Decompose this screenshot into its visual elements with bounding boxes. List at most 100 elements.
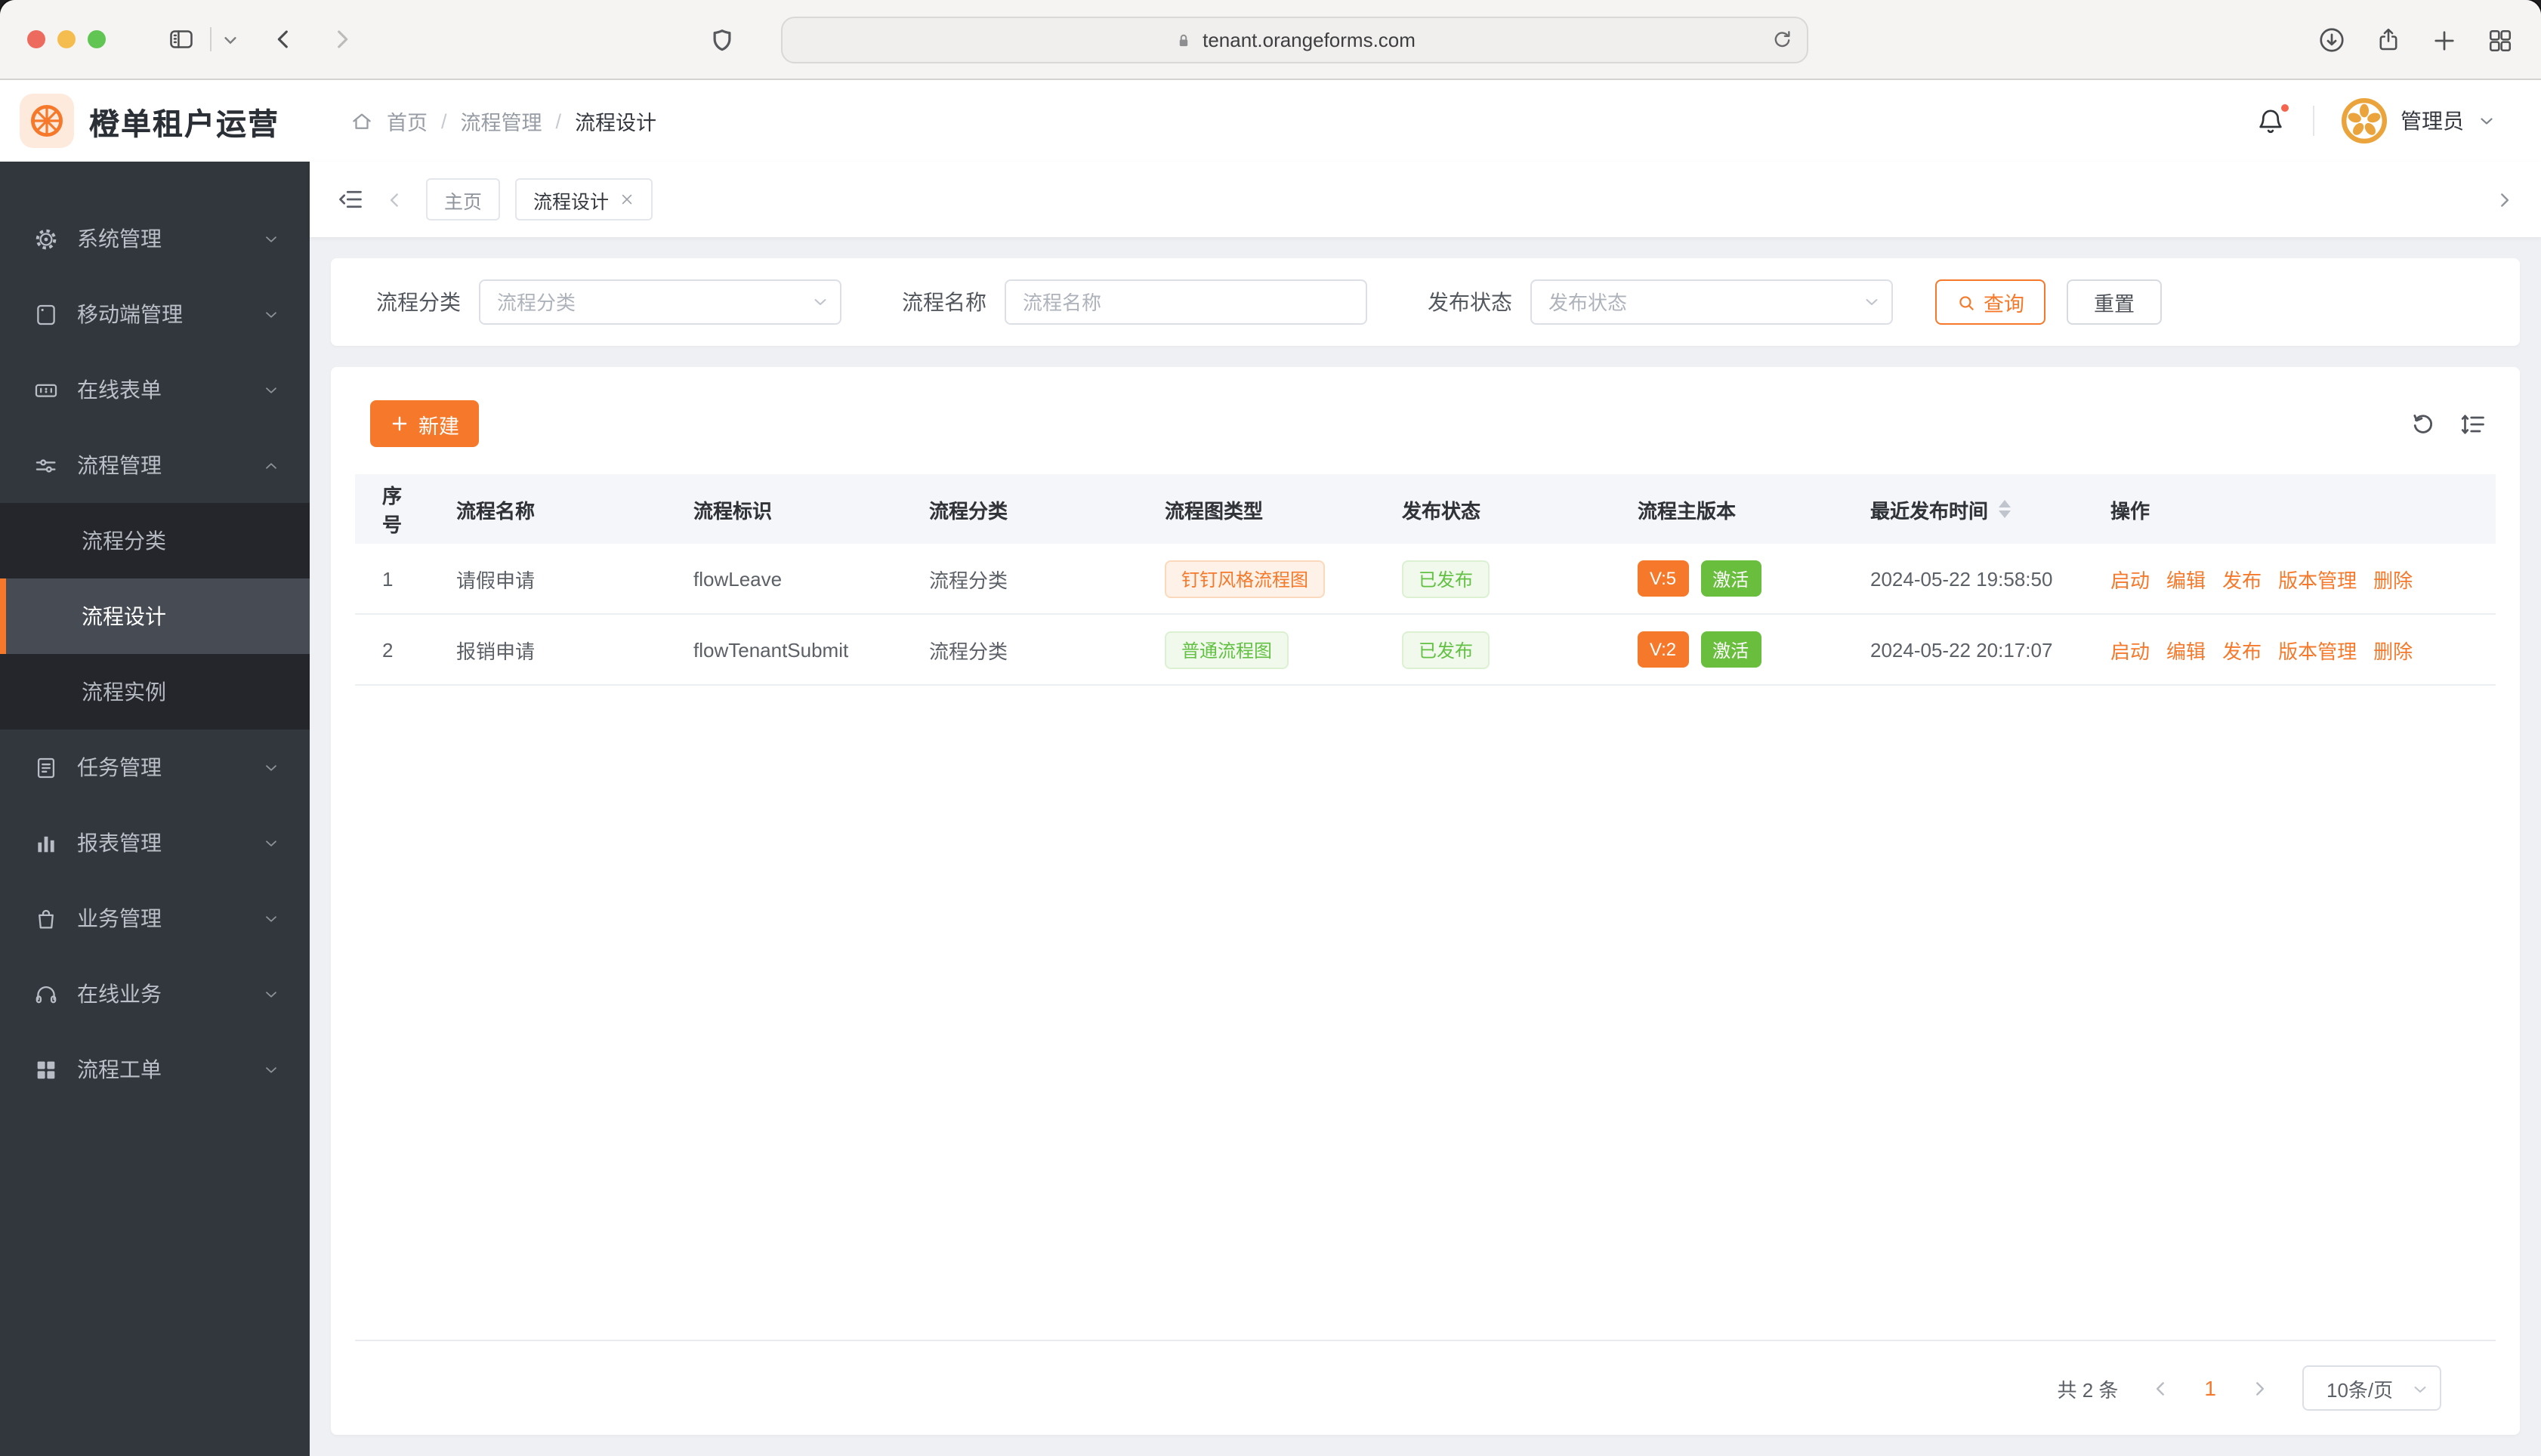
headphones-icon — [33, 981, 59, 1007]
sidebar-item-task-management[interactable]: 任务管理 — [0, 730, 310, 805]
chevron-down-icon — [263, 986, 279, 1002]
col-flow-key: 流程标识 — [693, 499, 773, 522]
action-delete[interactable]: 删除 — [2373, 564, 2413, 593]
page-number[interactable]: 1 — [2204, 1376, 2216, 1400]
sidebar-item-online-business[interactable]: 在线业务 — [0, 956, 310, 1032]
tab-home[interactable]: 主页 — [426, 178, 501, 221]
action-version-management[interactable]: 版本管理 — [2278, 564, 2357, 593]
sidebar-item-label: 在线业务 — [77, 982, 162, 1006]
prev-page-icon[interactable] — [2151, 1378, 2171, 1398]
action-start[interactable]: 启动 — [2110, 635, 2150, 664]
row-actions: 启动 编辑 发布 版本管理 删除 — [2092, 635, 2496, 664]
tab-overview-icon[interactable] — [2487, 26, 2514, 54]
sidebar-item-label: 任务管理 — [77, 755, 162, 779]
sidebar: 系统管理 移动端管理 在线表单 流程管理 流程分类 流程设计 流程实例 任务管理… — [0, 162, 310, 1456]
new-tab-icon[interactable] — [2431, 26, 2458, 54]
sidebar-item-report-management[interactable]: 报表管理 — [0, 805, 310, 881]
user-menu[interactable]: 管理员 — [2342, 98, 2496, 143]
chevron-down-icon — [263, 759, 279, 776]
sort-asc-icon[interactable] — [1999, 500, 2011, 507]
forward-button-icon[interactable] — [329, 26, 354, 53]
minimize-window-button[interactable] — [57, 30, 76, 48]
sidebar-item-flow-workorder[interactable]: 流程工单 — [0, 1032, 310, 1107]
sidebar-item-online-forms[interactable]: 在线表单 — [0, 352, 310, 427]
divider — [2313, 106, 2314, 136]
sidebar-item-label: 流程管理 — [77, 453, 162, 477]
publish-status-select[interactable] — [1530, 279, 1893, 325]
action-publish[interactable]: 发布 — [2222, 635, 2262, 664]
page-size-value: 10条/页 — [2326, 1378, 2394, 1401]
breadcrumb-home[interactable]: 首页 — [387, 106, 428, 136]
tab-flow-design[interactable]: 流程设计 — [515, 178, 653, 221]
diagram-type-tag: 钉钉风格流程图 — [1165, 560, 1326, 597]
url-text: tenant.orangeforms.com — [1203, 29, 1416, 51]
publish-status-select-input[interactable] — [1530, 279, 1893, 325]
browser-chrome: tenant.orangeforms.com — [0, 0, 2541, 80]
share-icon[interactable] — [2375, 26, 2402, 54]
chrome-right-controls — [2317, 0, 2514, 80]
table-toolbar: 新建 — [355, 400, 2496, 447]
filter-bar: 流程分类 流程名称 发布状态 — [331, 258, 2520, 346]
col-published-at: 最近发布时间 — [1852, 495, 2092, 523]
chevron-down-icon — [263, 230, 279, 247]
sidebar-item-flow-category[interactable]: 流程分类 — [0, 503, 310, 578]
action-version-management[interactable]: 版本管理 — [2278, 635, 2357, 664]
form-icon — [33, 377, 59, 403]
row-main-version: V:5 激活 — [1619, 560, 1852, 597]
sort-icons[interactable] — [1999, 500, 2011, 518]
action-edit[interactable]: 编辑 — [2166, 564, 2206, 593]
refresh-icon[interactable] — [2410, 410, 2437, 437]
breadcrumb-current: 流程设计 — [575, 112, 657, 134]
action-edit[interactable]: 编辑 — [2166, 635, 2206, 664]
diagram-type-tag: 普通流程图 — [1165, 631, 1289, 668]
sidebar-item-label: 移动端管理 — [77, 302, 183, 326]
close-window-button[interactable] — [27, 30, 45, 48]
col-index: 序号 — [382, 485, 403, 536]
downloads-icon[interactable] — [2317, 26, 2346, 54]
sidebar-item-system-management[interactable]: 系统管理 — [0, 201, 310, 276]
reload-icon[interactable] — [1771, 27, 1793, 51]
sidebar-toggle-icon[interactable] — [166, 26, 196, 53]
search-button[interactable]: 查询 — [1935, 279, 2045, 325]
notification-bell-icon[interactable] — [2255, 102, 2290, 137]
back-button-icon[interactable] — [272, 26, 296, 53]
document-icon — [33, 754, 59, 780]
sort-desc-icon[interactable] — [1999, 511, 2011, 518]
sliders-icon — [33, 452, 59, 478]
sidebar-chevron-down-icon[interactable] — [222, 31, 239, 48]
breadcrumb-flow-management[interactable]: 流程管理 — [461, 106, 542, 136]
sidebar-item-business-management[interactable]: 业务管理 — [0, 881, 310, 956]
page-size-select[interactable]: 10条/页 — [2302, 1365, 2441, 1411]
divider — [210, 27, 211, 51]
tabs-scroll-left-icon[interactable] — [385, 190, 405, 209]
zoom-window-button[interactable] — [88, 30, 106, 48]
chevron-down-icon — [811, 293, 829, 311]
tabs-scroll-right-icon[interactable] — [2494, 190, 2514, 209]
new-button[interactable]: 新建 — [370, 400, 479, 447]
sidebar-item-flow-instance[interactable]: 流程实例 — [0, 654, 310, 730]
flow-name-input[interactable] — [1005, 279, 1367, 325]
flow-name-input-wrap — [1005, 279, 1367, 325]
chevron-down-icon — [263, 381, 279, 398]
main-area: 主页 流程设计 流程分类 流程分类 流程名称 流程名称 发布状态 发布状态 查询… — [310, 162, 2541, 1456]
row-flow-name: 请假申请 — [456, 569, 536, 591]
reset-button[interactable]: 重置 — [2067, 279, 2162, 325]
flow-category-select-input[interactable] — [479, 279, 841, 325]
flow-category-select[interactable] — [479, 279, 841, 325]
sidebar-item-flow-design[interactable]: 流程设计 — [0, 578, 310, 654]
close-tab-icon[interactable] — [619, 192, 634, 207]
reset-button-label: 重置 — [2094, 293, 2135, 316]
action-start[interactable]: 启动 — [2110, 564, 2150, 593]
collapse-menu-icon[interactable] — [337, 186, 364, 213]
sidebar-item-label: 在线表单 — [77, 378, 162, 402]
next-page-icon[interactable] — [2249, 1378, 2269, 1398]
action-publish[interactable]: 发布 — [2222, 564, 2262, 593]
address-bar[interactable]: tenant.orangeforms.com — [781, 17, 1808, 63]
chevron-down-icon — [263, 910, 279, 927]
privacy-shield-icon[interactable] — [710, 26, 734, 54]
action-delete[interactable]: 删除 — [2373, 635, 2413, 664]
sidebar-item-flow-management[interactable]: 流程管理 — [0, 427, 310, 503]
publish-status-label: 发布状态 — [1428, 290, 1512, 314]
sidebar-item-mobile-management[interactable]: 移动端管理 — [0, 276, 310, 352]
row-height-icon[interactable] — [2459, 410, 2487, 437]
